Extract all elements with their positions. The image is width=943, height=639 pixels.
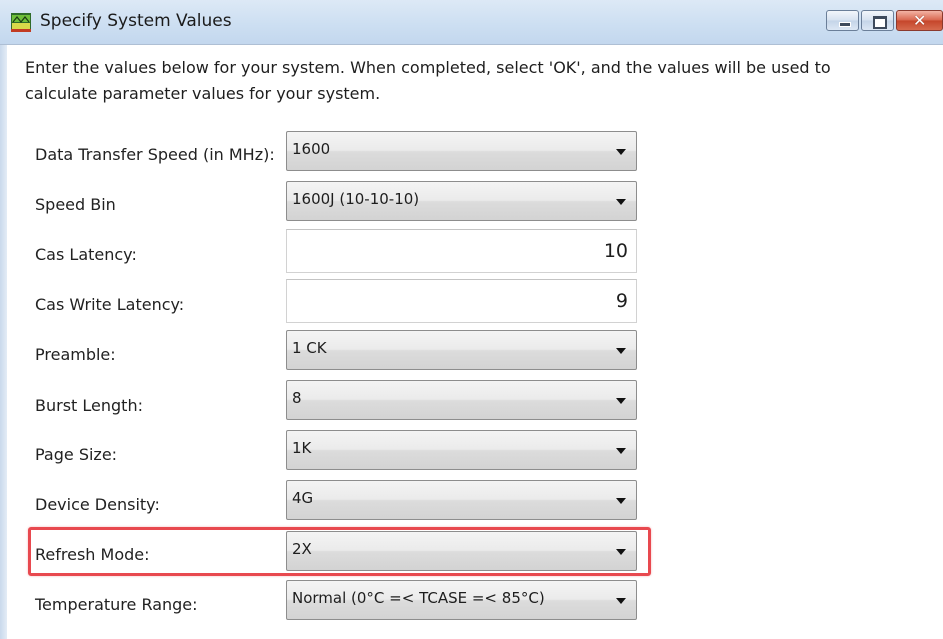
refresh-mode-value: 2X	[292, 540, 312, 558]
page-size-label: Page Size:	[35, 445, 118, 464]
close-icon: ✕	[913, 11, 927, 30]
chevron-down-icon	[616, 598, 626, 604]
preamble-value: 1 CK	[292, 339, 327, 357]
data-transfer-speed-combobox[interactable]: 1600	[286, 131, 637, 171]
cas-write-latency-label: Cas Write Latency:	[35, 295, 185, 314]
preamble-label: Preamble:	[35, 345, 116, 364]
minimize-button[interactable]	[826, 10, 859, 31]
refresh-mode-combobox[interactable]: 2X	[286, 531, 637, 571]
cas-latency-label: Cas Latency:	[35, 245, 137, 264]
burst-length-value: 8	[292, 389, 302, 407]
chevron-down-icon	[616, 199, 626, 205]
temperature-range-combobox[interactable]: Normal (0°C =< TCASE =< 85°C)	[286, 580, 637, 620]
chevron-down-icon	[616, 549, 626, 555]
cas-write-latency-value: 9	[615, 290, 628, 312]
close-button[interactable]: ✕	[896, 10, 943, 31]
chevron-down-icon	[616, 498, 626, 504]
minimize-icon	[839, 22, 851, 27]
data-transfer-speed-value: 1600	[292, 140, 331, 158]
chevron-down-icon	[616, 348, 626, 354]
burst-length-label: Burst Length:	[35, 396, 143, 415]
chevron-down-icon	[616, 398, 626, 404]
temperature-range-value: Normal (0°C =< TCASE =< 85°C)	[292, 589, 545, 607]
burst-length-combobox[interactable]: 8	[286, 380, 637, 420]
chevron-down-icon	[616, 448, 626, 454]
speed-bin-label: Speed Bin	[35, 195, 116, 214]
maximize-icon	[873, 16, 887, 29]
preamble-combobox[interactable]: 1 CK	[286, 330, 637, 370]
speed-bin-combobox[interactable]: 1600J (10-10-10)	[286, 181, 637, 221]
device-density-value: 4G	[292, 489, 314, 507]
title-bar: Specify System Values ✕	[0, 0, 943, 45]
data-transfer-speed-label: Data Transfer Speed (in MHz):	[35, 145, 275, 164]
temperature-range-label: Temperature Range:	[35, 595, 198, 614]
speed-bin-value: 1600J (10-10-10)	[292, 190, 420, 208]
cas-latency-input[interactable]: 10	[286, 229, 637, 273]
window-left-border	[0, 45, 7, 639]
instructions-text: Enter the values below for your system. …	[25, 58, 831, 103]
device-density-label: Device Density:	[35, 495, 160, 514]
window-title: Specify System Values	[40, 11, 232, 31]
page-size-combobox[interactable]: 1K	[286, 430, 637, 470]
chip-icon	[11, 13, 31, 32]
maximize-button[interactable]	[861, 10, 894, 31]
refresh-mode-label: Refresh Mode:	[35, 545, 150, 564]
chevron-down-icon	[616, 149, 626, 155]
cas-write-latency-input[interactable]: 9	[286, 279, 637, 323]
cas-latency-value: 10	[603, 240, 628, 262]
page-size-value: 1K	[292, 439, 312, 457]
device-density-combobox[interactable]: 4G	[286, 480, 637, 520]
